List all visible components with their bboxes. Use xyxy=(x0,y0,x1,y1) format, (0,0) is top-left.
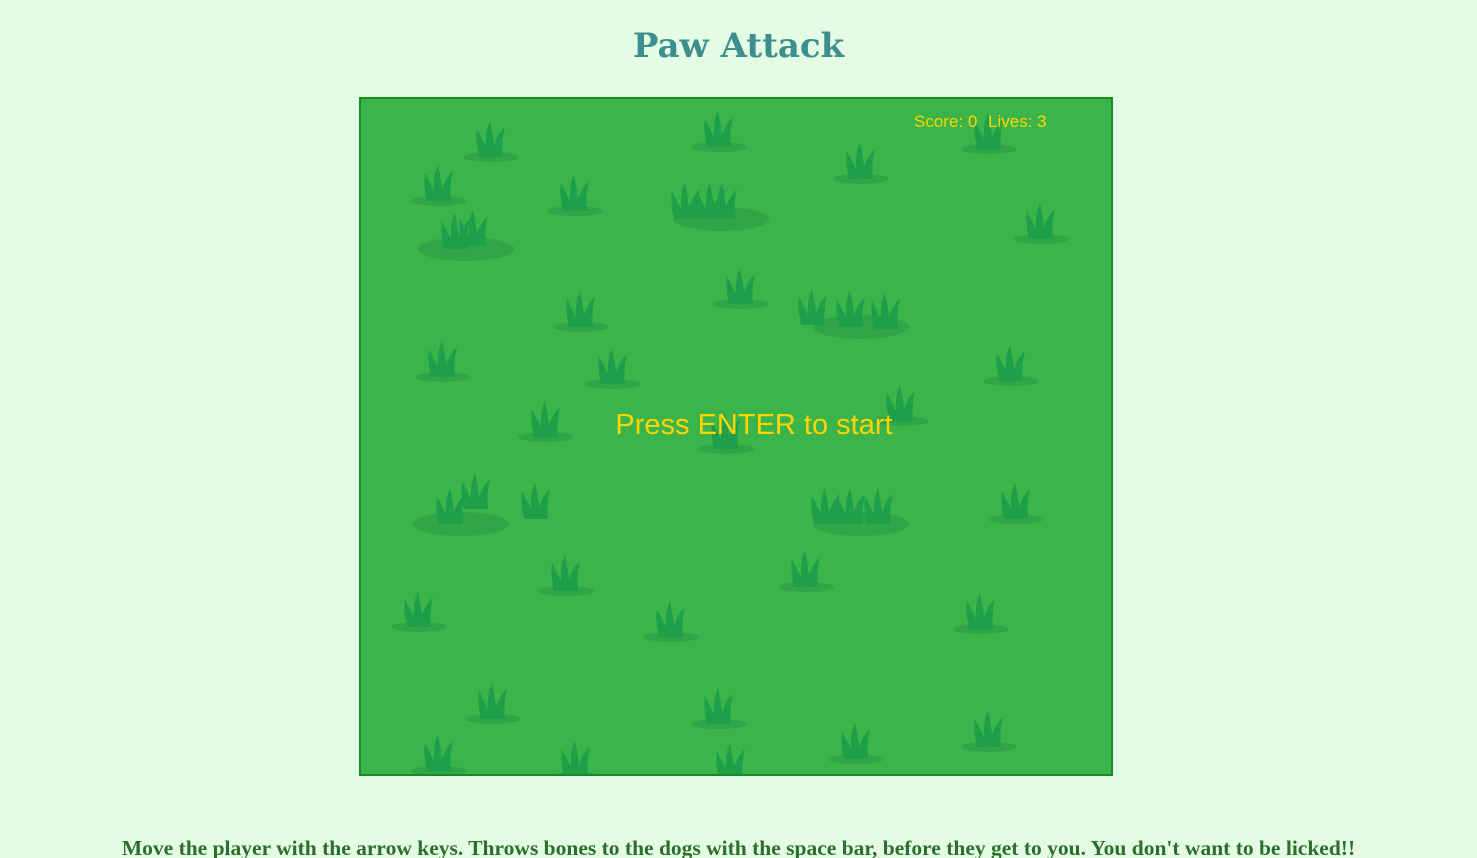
hud: Score: 0 Lives: 3 xyxy=(914,111,1053,133)
game-page: Paw Attack Score: 0 Lives: 3 Press ENTER… xyxy=(0,0,1477,858)
score-label: Score: 0 xyxy=(914,112,978,131)
page-title: Paw Attack xyxy=(632,26,845,66)
instructions-text: Move the player with the arrow keys. Thr… xyxy=(121,835,1356,858)
start-prompt: Press ENTER to start xyxy=(615,409,893,441)
lives-label: Lives: 3 xyxy=(988,112,1047,131)
